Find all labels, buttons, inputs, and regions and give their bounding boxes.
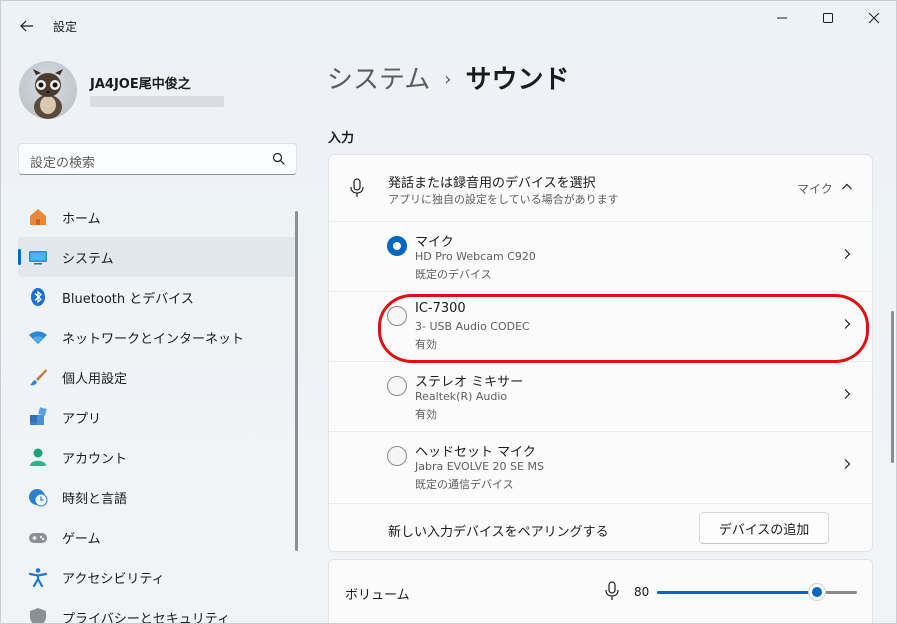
sidebar-scrollbar[interactable] (295, 211, 298, 551)
sidebar-item-time-language[interactable]: 時刻と言語 (18, 477, 296, 517)
sidebar-item-accounts[interactable]: アカウント (18, 437, 296, 477)
pair-input-device-label: 新しい入力デバイスをペアリングする (388, 525, 609, 540)
minimize-icon (777, 17, 787, 19)
input-device-expander[interactable]: 発話または録音用のデバイスを選択 アプリに独自の設定をしている場合があります マ… (329, 155, 872, 221)
device-name: ヘッドセット マイク (415, 445, 536, 460)
input-device-title: 発話または録音用のデバイスを選択 (388, 176, 596, 191)
chevron-right-icon[interactable] (841, 388, 853, 400)
back-arrow-icon (20, 20, 33, 32)
profile-name: JA4JOE尾中俊之 (90, 77, 191, 92)
app-title: 設定 (53, 20, 78, 34)
volume-slider[interactable] (657, 583, 857, 601)
sidebar-item-label: システム (62, 252, 114, 267)
device-model: HD Pro Webcam C920 (415, 250, 536, 263)
device-row-stereo-mix[interactable]: ステレオ ミキサー Realtek(R) Audio 有効 (329, 361, 872, 431)
back-button[interactable] (13, 13, 41, 39)
sidebar-item-system[interactable]: システム (18, 237, 296, 277)
device-name: ステレオ ミキサー (415, 375, 524, 390)
section-title-input: 入力 (328, 131, 355, 146)
clock-globe-icon (28, 487, 48, 507)
brush-icon (28, 367, 48, 387)
add-device-button[interactable]: デバイスの追加 (699, 512, 829, 544)
sidebar-item-label: ホーム (62, 212, 101, 227)
device-model: Realtek(R) Audio (415, 390, 508, 403)
radio-button[interactable] (387, 376, 407, 396)
settings-window: 設定 JA4JOE尾中俊之 設定の検索 ホーム システム Bluetooth と… (0, 0, 897, 624)
accessibility-icon (28, 567, 48, 587)
sidebar-item-network[interactable]: ネットワークとインターネット (18, 317, 296, 357)
pair-input-device-row: 新しい入力デバイスをペアリングする デバイスの追加 (329, 503, 872, 551)
radio-button[interactable] (387, 446, 407, 466)
avatar-icon (33, 69, 63, 119)
system-icon (28, 247, 48, 267)
sidebar-item-bluetooth[interactable]: Bluetooth とデバイス (18, 277, 296, 317)
search-icon (272, 152, 285, 165)
close-icon (868, 12, 880, 24)
title-bar: 設定 (1, 1, 896, 49)
chevron-right-icon[interactable] (841, 458, 853, 470)
volume-slider-fill (657, 591, 817, 594)
device-status: 既定の通信デバイス (415, 478, 514, 491)
sidebar-item-label: 時刻と言語 (62, 492, 128, 507)
device-status: 有効 (415, 408, 437, 421)
shield-icon (28, 607, 48, 623)
maximize-button[interactable] (805, 3, 851, 33)
bluetooth-icon (28, 287, 48, 307)
account-icon (28, 447, 48, 467)
sidebar-item-label: Bluetooth とデバイス (62, 292, 194, 307)
volume-slider-thumb[interactable] (808, 583, 826, 601)
sidebar-item-label: 個人用設定 (62, 372, 128, 387)
main-scrollbar[interactable] (891, 311, 894, 463)
volume-card: ボリューム 80 (328, 559, 873, 623)
sidebar-nav: ホーム システム Bluetooth とデバイス ネットワークとインターネット (18, 197, 296, 624)
sidebar-item-label: アカウント (62, 452, 128, 467)
volume-value: 80 (634, 585, 650, 599)
sidebar-item-gaming[interactable]: ゲーム (18, 517, 296, 557)
breadcrumb-separator: › (444, 69, 452, 90)
device-model: Jabra EVOLVE 20 SE MS (415, 460, 544, 473)
device-row-mic[interactable]: マイク HD Pro Webcam C920 既定のデバイス (329, 221, 872, 291)
gamepad-icon (28, 527, 48, 547)
page-title: サウンド (465, 65, 570, 95)
device-row-headset-mic[interactable]: ヘッドセット マイク Jabra EVOLVE 20 SE MS 既定の通信デバ… (329, 431, 872, 501)
device-status: 既定のデバイス (415, 268, 492, 281)
sidebar-item-personalization[interactable]: 個人用設定 (18, 357, 296, 397)
search-input[interactable]: 設定の検索 (18, 143, 297, 175)
microphone-icon (350, 178, 364, 197)
input-device-subtitle: アプリに独自の設定をしている場合があります (388, 193, 619, 206)
sidebar-item-home[interactable]: ホーム (18, 197, 296, 237)
home-icon (28, 207, 48, 227)
sidebar-item-label: アプリ (62, 412, 102, 427)
sidebar-item-apps[interactable]: アプリ (18, 397, 296, 437)
breadcrumb-parent[interactable]: システム (327, 65, 430, 95)
volume-label: ボリューム (345, 588, 410, 603)
breadcrumb: システム › サウンド (327, 59, 569, 96)
avatar[interactable] (19, 61, 77, 119)
microphone-icon[interactable] (604, 581, 620, 601)
wifi-icon (28, 327, 48, 347)
radio-button[interactable] (387, 236, 407, 256)
maximize-icon (823, 13, 833, 23)
selection-indicator (18, 249, 21, 265)
profile-email-redacted (90, 96, 224, 107)
chevron-right-icon[interactable] (841, 248, 853, 260)
apps-icon (28, 407, 48, 427)
sidebar-item-label: ネットワークとインターネット (62, 332, 245, 347)
sidebar-item-label: プライバシーとセキュリティ (62, 612, 230, 624)
sidebar-item-label: アクセシビリティ (62, 572, 165, 587)
close-button[interactable] (851, 3, 896, 33)
chevron-up-icon (842, 183, 852, 190)
selected-input-device: マイク (797, 182, 833, 196)
minimize-button[interactable] (759, 3, 805, 33)
sidebar-item-label: ゲーム (62, 532, 101, 547)
search-placeholder: 設定の検索 (30, 156, 96, 171)
sidebar-item-privacy[interactable]: プライバシーとセキュリティ (18, 597, 296, 624)
sidebar-item-accessibility[interactable]: アクセシビリティ (18, 557, 296, 597)
device-name: マイク (415, 235, 454, 250)
highlight-annotation (378, 294, 869, 363)
